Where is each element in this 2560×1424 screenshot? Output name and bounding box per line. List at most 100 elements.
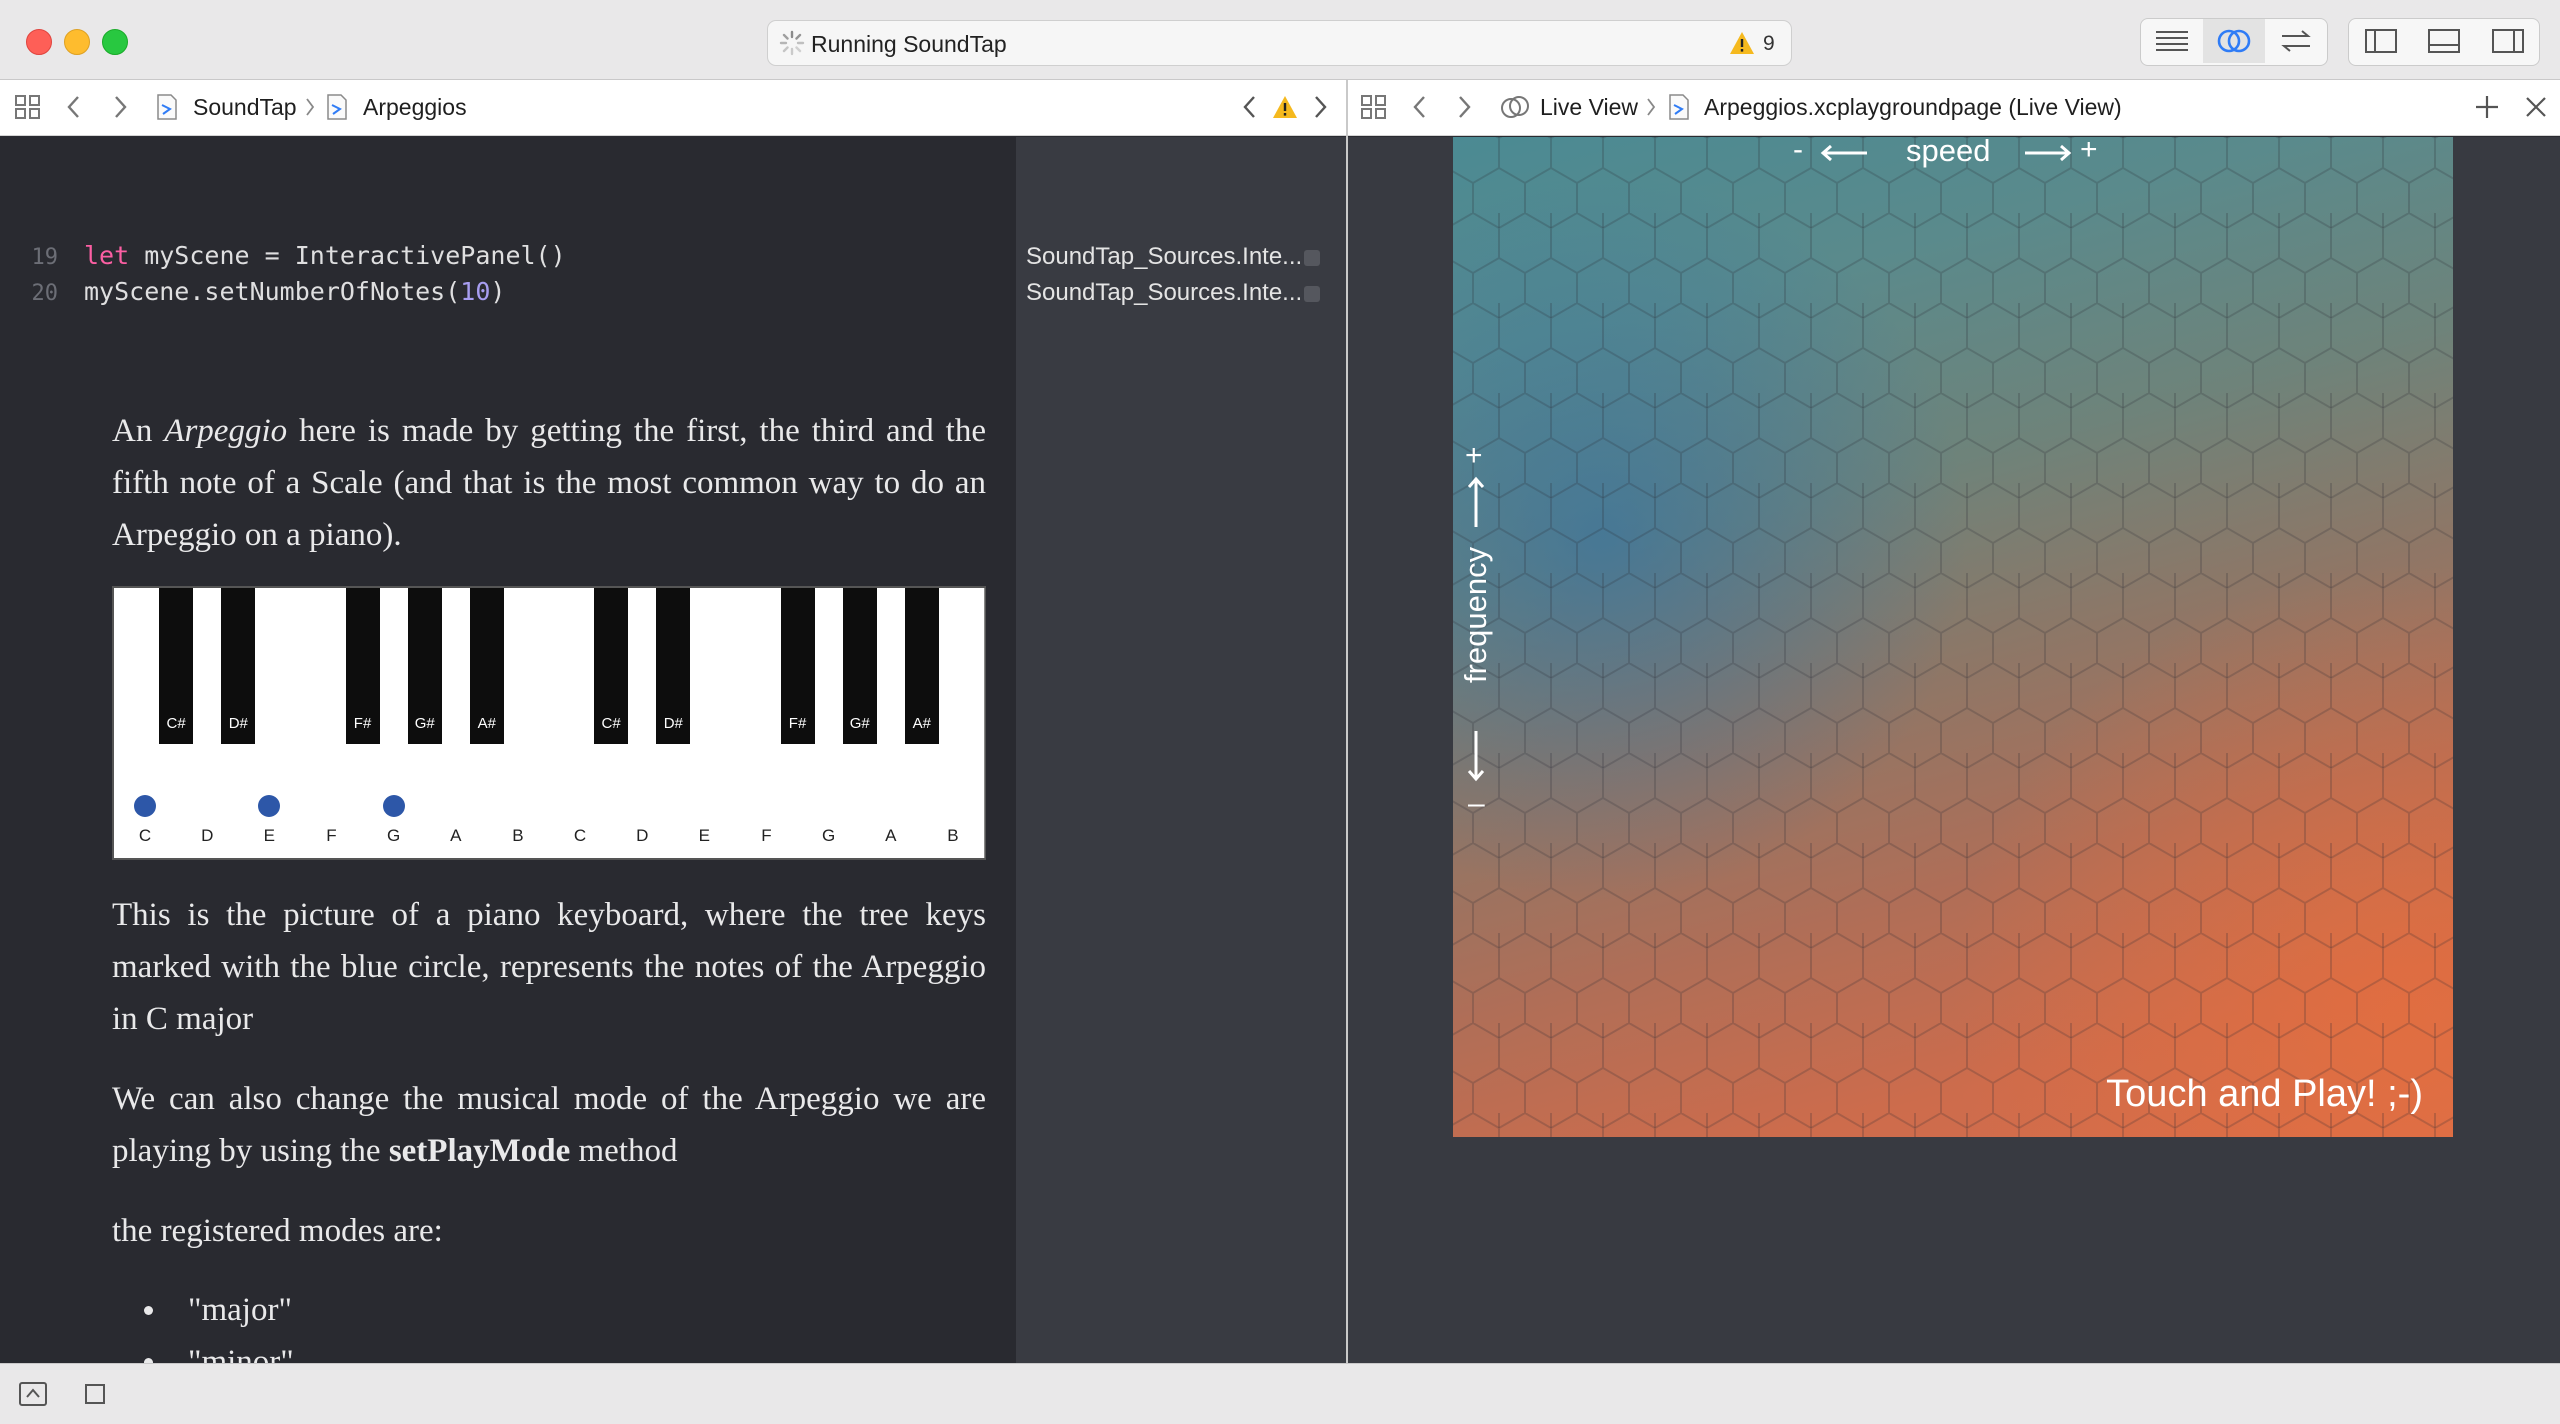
breadcrumb-live-view[interactable]: Live View: [1540, 94, 1638, 121]
code-line-19[interactable]: let myScene = InteractivePanel(): [84, 241, 566, 270]
black-key-label: D#: [228, 715, 248, 732]
related-items-icon[interactable]: [1360, 93, 1388, 128]
black-key-label: G#: [849, 715, 870, 732]
next-issue-icon[interactable]: [1310, 93, 1330, 128]
quick-look-icon[interactable]: [1304, 249, 1321, 266]
touch-and-play-label: Touch and Play! ;-): [2106, 1073, 2423, 1115]
window-titlebar: Running SoundTap 9: [0, 0, 2560, 80]
add-editor-icon[interactable]: [2474, 93, 2500, 128]
result-text: SoundTap_Sources.Inte...: [1026, 279, 1303, 306]
white-key-label: F: [761, 826, 772, 845]
editor-jump-bar: SoundTap Arpeggios: [0, 80, 1346, 136]
frequency-down-arrow-icon: [1466, 729, 1486, 788]
arpeggio-note-marker: [134, 795, 157, 817]
minimize-window-button[interactable]: [64, 29, 90, 55]
frequency-label: frequency: [1458, 546, 1493, 683]
stop-playground-icon[interactable]: [84, 1383, 106, 1410]
black-key: C#: [159, 588, 194, 744]
page-file-icon: [1668, 93, 1690, 128]
white-key-label: A: [885, 826, 897, 845]
result-line-19[interactable]: SoundTap_Sources.Inte...: [1026, 243, 1321, 271]
quick-look-icon[interactable]: [1304, 285, 1321, 302]
interactive-panel-canvas[interactable]: - speed + + frequency – Touch and Play! …: [1453, 137, 2453, 1137]
inspector-toggle-icon[interactable]: [2476, 19, 2539, 63]
black-key-label: C#: [601, 715, 621, 732]
prose-text: method: [570, 1133, 678, 1169]
black-key: F#: [780, 588, 815, 744]
debug-bar: [0, 1363, 2560, 1424]
black-key: A#: [469, 588, 504, 744]
number-literal: 10: [460, 277, 491, 306]
white-key-label: B: [512, 826, 524, 845]
white-key-label: E: [263, 826, 276, 845]
speed-plus-label: +: [2080, 137, 2098, 166]
frequency-plus-label: +: [1465, 439, 1483, 472]
white-key-label: F: [326, 826, 337, 845]
white-key-label: G: [822, 826, 836, 845]
prose-text: An: [112, 413, 165, 449]
code-line-20[interactable]: myScene.setNumberOfNotes(10): [84, 277, 505, 306]
live-view-icon: [1500, 93, 1530, 128]
prose-paragraph: This is the picture of a piano keyboard,…: [112, 897, 986, 1037]
list-item: "minor": [144, 1336, 844, 1363]
speed-minus-label: -: [1793, 137, 1803, 166]
list-item: "major": [144, 1284, 844, 1336]
debug-area-toggle-icon[interactable]: [2412, 19, 2476, 63]
back-chevron-icon[interactable]: [1410, 93, 1430, 128]
prose-emphasis: Arpeggio: [164, 413, 288, 449]
back-chevron-icon[interactable]: [64, 93, 84, 128]
forward-chevron-icon[interactable]: [1454, 93, 1474, 128]
breadcrumb-live-file[interactable]: Arpeggios.xcplaygroundpage (Live View): [1704, 94, 2122, 121]
standard-editor-icon[interactable]: [2141, 19, 2203, 63]
arpeggio-note-marker: [382, 795, 405, 817]
results-sidebar: SoundTap_Sources.Inte... SoundTap_Source…: [1016, 137, 1346, 1363]
warning-count[interactable]: 9: [1763, 32, 1775, 56]
warning-icon[interactable]: [1728, 29, 1756, 57]
white-key-label: C: [573, 826, 587, 845]
close-window-button[interactable]: [26, 29, 52, 55]
breadcrumb-project[interactable]: SoundTap: [193, 94, 297, 121]
result-text: SoundTap_Sources.Inte...: [1026, 243, 1303, 270]
code-text: ): [490, 277, 506, 306]
editor-mode-segment: [2140, 18, 2328, 66]
show-debug-area-icon[interactable]: [18, 1381, 48, 1412]
activity-status-text: Running SoundTap: [811, 31, 1007, 57]
black-key: D#: [656, 588, 691, 744]
code-text: myScene.setNumberOfNotes(: [84, 277, 461, 306]
previous-issue-icon[interactable]: [1240, 93, 1260, 128]
keyword: let: [84, 241, 130, 270]
prose-bold: setPlayMode: [388, 1133, 571, 1169]
prose-paragraph: We can also change the musical mode of t…: [112, 1073, 986, 1177]
white-key-label: A: [450, 826, 462, 845]
page-file-icon: [326, 93, 348, 128]
related-items-icon[interactable]: [14, 93, 42, 128]
white-key-label: G: [387, 826, 401, 845]
breadcrumb-separator-icon: [303, 93, 317, 128]
source-editor[interactable]: 19 let myScene = InteractivePanel() 20 m…: [0, 137, 1016, 1363]
close-editor-icon[interactable]: [2524, 93, 2548, 128]
issue-warning-icon[interactable]: [1271, 93, 1299, 128]
black-key: G#: [842, 588, 877, 744]
black-key-label: G#: [414, 715, 435, 732]
black-key: G#: [407, 588, 442, 744]
black-key-label: C#: [166, 715, 186, 732]
line-number: 20: [31, 281, 59, 306]
white-key-label: E: [698, 826, 711, 845]
activity-viewer: Running SoundTap 9: [767, 20, 1792, 66]
version-editor-icon[interactable]: [2265, 19, 2327, 63]
mode-name: "major": [188, 1292, 292, 1328]
assistant-editor-icon[interactable]: [2203, 19, 2265, 63]
black-key-label: A#: [477, 715, 497, 732]
bullet-icon: [144, 1306, 153, 1315]
zoom-window-button[interactable]: [102, 29, 128, 55]
navigator-toggle-icon[interactable]: [2349, 19, 2412, 63]
speed-right-arrow-icon: [2023, 143, 2073, 168]
forward-chevron-icon[interactable]: [110, 93, 130, 128]
playground-file-icon: [156, 93, 178, 128]
black-key-label: F#: [353, 715, 372, 732]
spinner-icon: [778, 29, 806, 57]
panels-segment: [2348, 18, 2540, 66]
breadcrumb-page[interactable]: Arpeggios: [363, 94, 467, 121]
result-line-20[interactable]: SoundTap_Sources.Inte...: [1026, 279, 1321, 307]
black-key: A#: [904, 588, 939, 744]
